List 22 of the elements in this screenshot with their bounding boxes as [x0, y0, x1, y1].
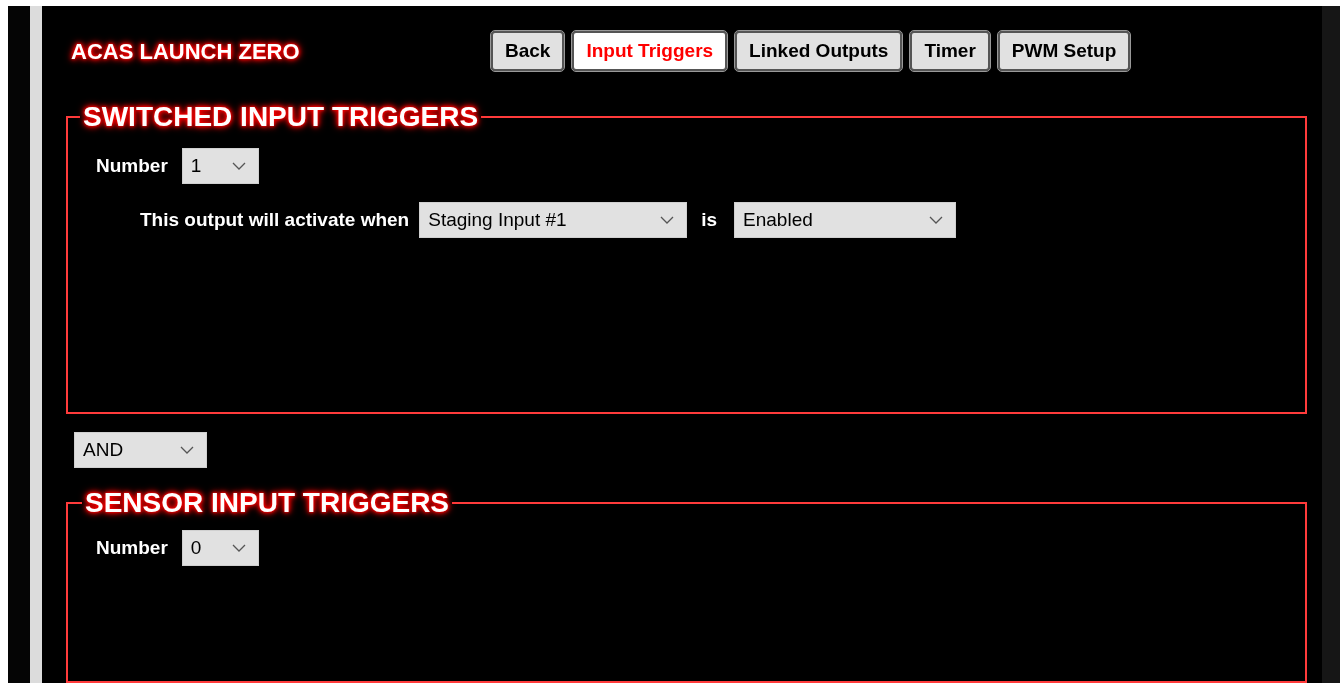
dropdown[interactable]: AND: [74, 432, 207, 468]
tab[interactable]: PWM Setup: [997, 31, 1131, 71]
dropdown[interactable]: Staging Input #1: [419, 202, 688, 239]
chevron-down-icon: [929, 216, 944, 225]
chevron-down-icon: [231, 162, 246, 171]
chevron-down-icon: [231, 544, 246, 552]
field-label: This output will activate when: [140, 207, 410, 232]
tab[interactable]: Back: [491, 31, 565, 71]
tab[interactable]: Linked Outputs: [735, 31, 903, 71]
section-title: SENSOR INPUT TRIGGERS: [84, 488, 451, 518]
section-title: SWITCHED INPUT TRIGGERS: [82, 102, 480, 133]
field-label: is: [701, 207, 718, 232]
tab[interactable]: Input Triggers: [572, 31, 728, 71]
field-label: Number: [96, 535, 168, 560]
dropdown[interactable]: 1: [181, 148, 259, 185]
chevron-down-icon: [660, 216, 675, 225]
tab[interactable]: Timer: [910, 31, 990, 71]
field-label: Number: [96, 153, 168, 178]
chevron-down-icon: [180, 446, 194, 454]
dropdown[interactable]: 0: [181, 530, 259, 566]
app-title: ACAS LAUNCH ZERO: [70, 38, 301, 66]
dropdown[interactable]: Enabled: [734, 202, 957, 239]
